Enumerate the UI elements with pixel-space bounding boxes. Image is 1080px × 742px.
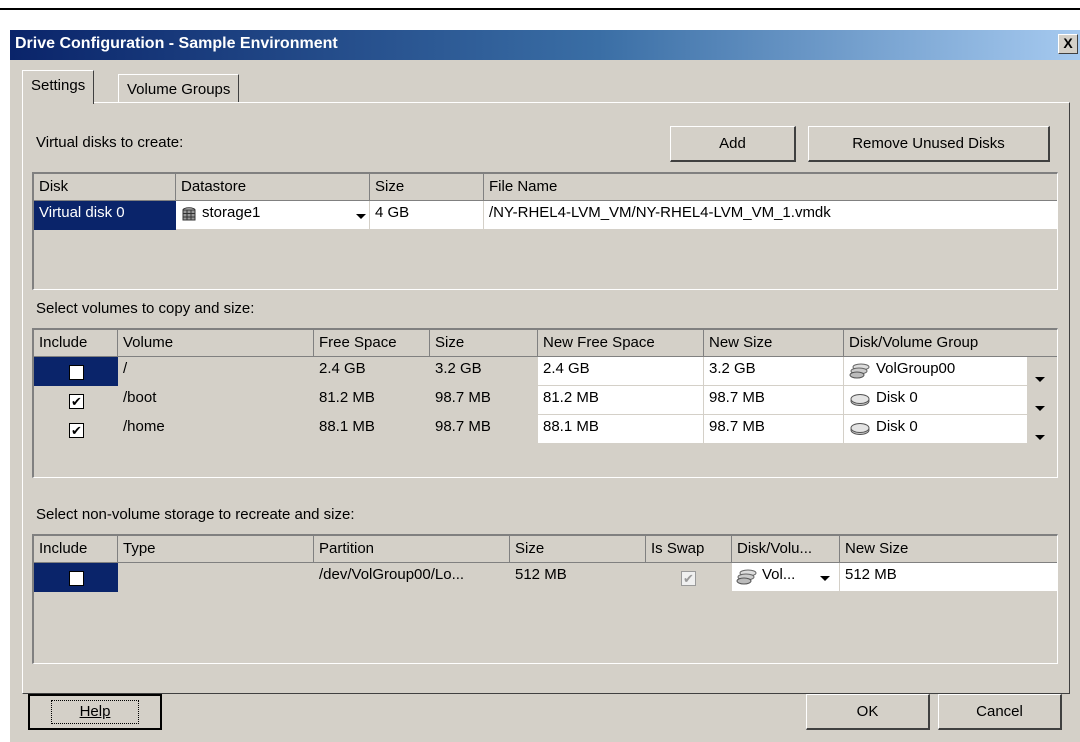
chevron-down-icon[interactable] <box>1035 406 1045 411</box>
chevron-down-icon[interactable] <box>356 214 366 219</box>
drive-configuration-dialog: Drive Configuration - Sample Environment… <box>10 30 1080 742</box>
new-size-field[interactable]: 98.7 MB <box>704 386 844 415</box>
non-volume-storage-table: Include Type Partition Size Is Swap Disk… <box>32 534 1058 664</box>
new-free-space-field[interactable]: 88.1 MB <box>538 415 704 444</box>
non-volume-storage-label: Select non-volume storage to recreate an… <box>36 506 355 523</box>
close-button[interactable]: X <box>1058 34 1078 54</box>
volume-group-icon <box>736 569 757 585</box>
disk-volume-combo[interactable]: Vol... <box>732 563 840 592</box>
free-space-cell: 81.2 MB <box>319 389 375 406</box>
dialog-title: Drive Configuration - Sample Environment <box>15 35 338 52</box>
tab-volume-groups-label: Volume Groups <box>127 81 231 98</box>
volumes-label: Select volumes to copy and size: <box>36 300 255 317</box>
include-cell[interactable]: ✔ <box>34 386 118 415</box>
new-free-space-field[interactable]: 81.2 MB <box>538 386 704 415</box>
col-header-partition[interactable]: Partition <box>314 536 510 563</box>
new-size-field[interactable]: 3.2 GB <box>704 357 844 386</box>
size-cell: 98.7 MB <box>435 418 491 435</box>
include-cell[interactable]: ✔ <box>34 563 118 592</box>
disk-cell[interactable]: Virtual disk 0 <box>34 201 176 230</box>
col-header-size[interactable]: Size <box>370 174 484 201</box>
volume-group-icon <box>849 363 870 379</box>
ok-button[interactable]: OK <box>806 694 930 730</box>
chevron-down-icon[interactable] <box>820 576 830 581</box>
col-header-file-name[interactable]: File Name <box>484 174 1057 201</box>
title-bar[interactable]: Drive Configuration - Sample Environment… <box>10 30 1080 60</box>
size-cell: 98.7 MB <box>435 389 491 406</box>
col-header-size[interactable]: Size <box>430 330 538 357</box>
disk-icon <box>850 394 870 406</box>
datastore-combo[interactable]: storage1 <box>176 201 370 230</box>
col-header-include[interactable]: Include <box>34 330 118 357</box>
volume-cell: / <box>123 360 128 377</box>
include-cell[interactable]: ✔ <box>34 357 118 386</box>
tab-settings[interactable]: Settings <box>22 70 95 104</box>
col-header-datastore[interactable]: Datastore <box>176 174 370 201</box>
top-divider <box>0 8 1080 10</box>
is-swap-cell: ✔ <box>646 563 732 592</box>
datastore-icon <box>182 207 196 221</box>
chevron-down-icon[interactable] <box>1035 377 1045 382</box>
col-header-include[interactable]: Include <box>34 536 118 563</box>
disk-volume-value: Vol... <box>762 566 796 583</box>
chevron-down-icon[interactable] <box>1035 435 1045 440</box>
col-header-is-swap[interactable]: Is Swap <box>646 536 732 563</box>
virtual-disks-table: Disk Datastore Size File Name Virtual di… <box>32 172 1058 290</box>
remove-unused-disks-button[interactable]: Remove Unused Disks <box>808 126 1050 162</box>
add-button[interactable]: Add <box>670 126 796 162</box>
include-checkbox[interactable]: ✔ <box>69 365 84 380</box>
disk-volume-group-combo[interactable]: VolGroup00 <box>844 357 1028 386</box>
size-cell: 512 MB <box>515 566 567 583</box>
include-cell[interactable]: ✔ <box>34 415 118 444</box>
volume-cell: /home <box>123 418 165 435</box>
tab-volume-groups[interactable]: Volume Groups <box>118 74 240 102</box>
col-header-disk-volume[interactable]: Disk/Volu... <box>732 536 840 563</box>
help-button[interactable]: Help <box>28 694 162 730</box>
cancel-button[interactable]: Cancel <box>938 694 1062 730</box>
help-button-label: Help <box>50 700 140 724</box>
col-header-volume[interactable]: Volume <box>118 330 314 357</box>
volumes-table: Include Volume Free Space Size New Free … <box>32 328 1058 478</box>
col-header-new-size[interactable]: New Size <box>840 536 1057 563</box>
disk-volume-group-combo[interactable]: Disk 0 <box>844 415 1028 444</box>
include-checkbox[interactable]: ✔ <box>69 423 84 438</box>
col-header-disk-volume-group[interactable]: Disk/Volume Group <box>844 330 1057 357</box>
free-space-cell: 88.1 MB <box>319 418 375 435</box>
partition-cell: /dev/VolGroup00/Lo... <box>319 566 465 583</box>
size-cell[interactable]: 4 GB <box>370 201 484 230</box>
disk-volume-group-value: Disk 0 <box>876 389 918 406</box>
col-header-disk[interactable]: Disk <box>34 174 176 201</box>
close-icon: X <box>1063 35 1073 51</box>
virtual-disks-label: Virtual disks to create: <box>36 134 184 151</box>
new-size-field[interactable]: 512 MB <box>840 563 1057 592</box>
col-header-size[interactable]: Size <box>510 536 646 563</box>
disk-volume-group-combo[interactable]: Disk 0 <box>844 386 1028 415</box>
type-cell <box>118 563 314 592</box>
size-cell: 3.2 GB <box>435 360 482 377</box>
free-space-cell: 2.4 GB <box>319 360 366 377</box>
col-header-new-free-space[interactable]: New Free Space <box>538 330 704 357</box>
disk-icon <box>850 423 870 435</box>
file-name-cell[interactable]: /NY-RHEL4-LVM_VM/NY-RHEL4-LVM_VM_1.vmdk <box>484 201 1057 230</box>
new-size-field[interactable]: 98.7 MB <box>704 415 844 444</box>
col-header-free-space[interactable]: Free Space <box>314 330 430 357</box>
include-checkbox[interactable]: ✔ <box>69 394 84 409</box>
col-header-type[interactable]: Type <box>118 536 314 563</box>
tab-settings-label: Settings <box>31 77 86 94</box>
disk-volume-group-value: Disk 0 <box>876 418 918 435</box>
include-checkbox[interactable]: ✔ <box>69 571 84 586</box>
is-swap-checkbox: ✔ <box>681 571 696 586</box>
volume-cell: /boot <box>123 389 157 406</box>
datastore-value: storage1 <box>202 204 261 221</box>
new-free-space-field[interactable]: 2.4 GB <box>538 357 704 386</box>
disk-volume-group-value: VolGroup00 <box>876 360 956 377</box>
col-header-new-size[interactable]: New Size <box>704 330 844 357</box>
